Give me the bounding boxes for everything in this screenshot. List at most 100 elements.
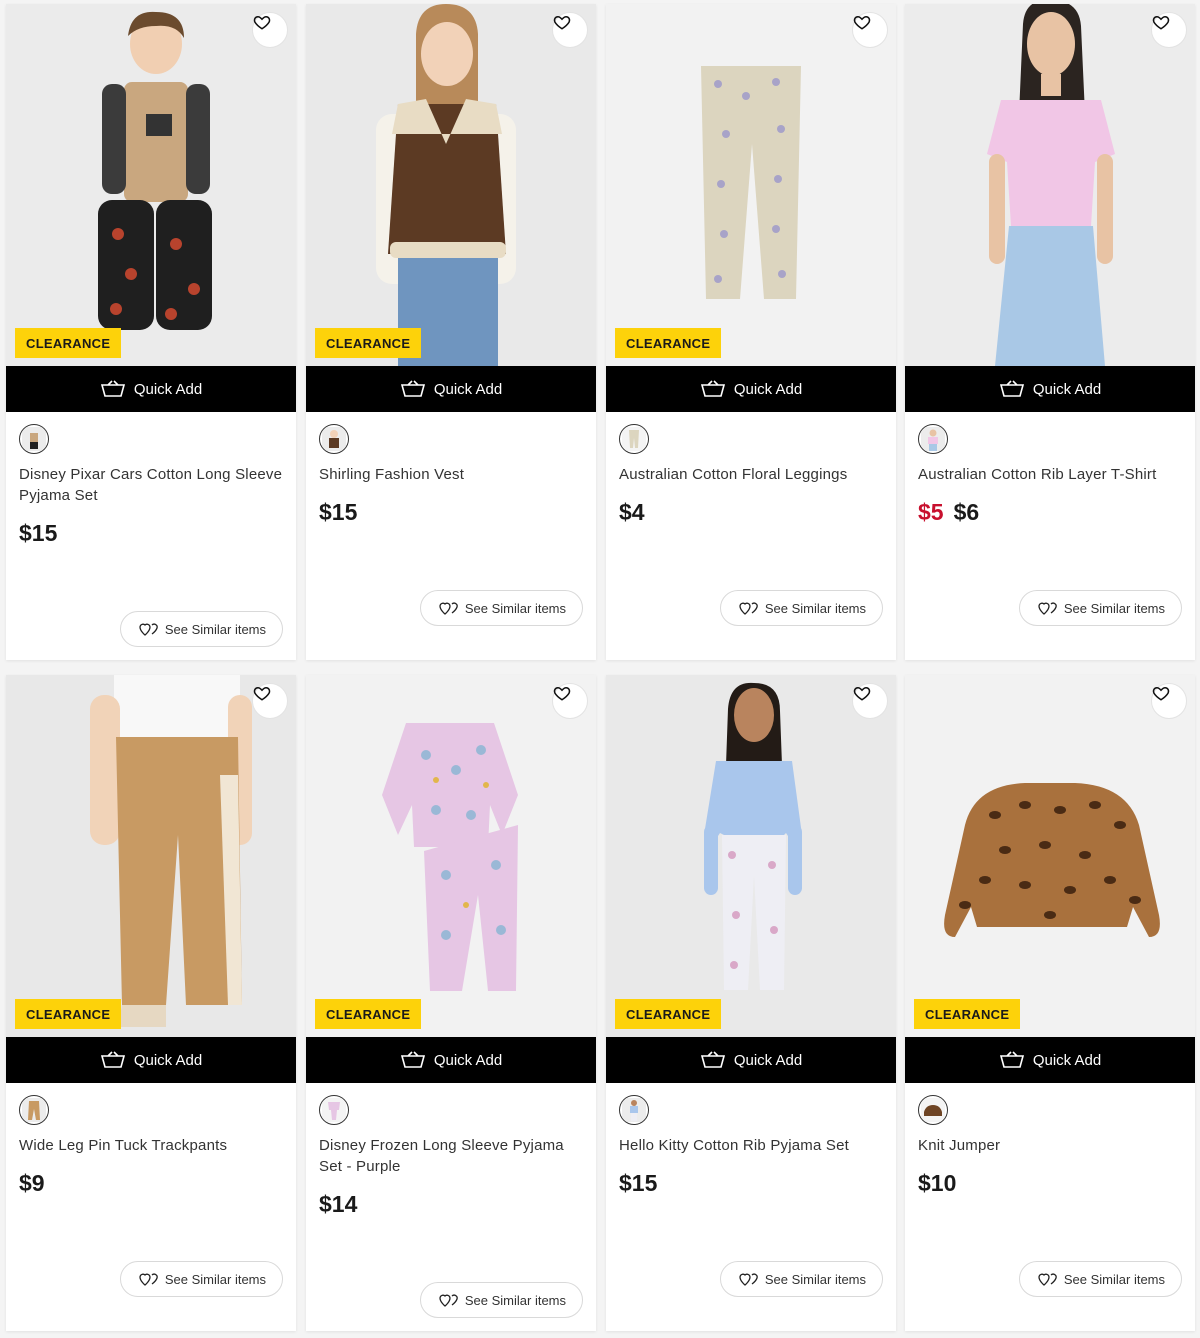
wishlist-button[interactable]	[552, 683, 588, 719]
quick-add-button[interactable]: Quick Add	[905, 366, 1195, 412]
basket-icon	[700, 380, 725, 397]
product-image[interactable]: CLEARANCE	[306, 675, 596, 1037]
product-price: $10	[918, 1170, 956, 1197]
quick-add-label: Quick Add	[1032, 1051, 1102, 1069]
product-name[interactable]: Australian Cotton Rib Layer T-Shirt	[918, 464, 1182, 485]
product-card[interactable]: Quick Add Australian Cotton Rib Layer T-…	[905, 4, 1195, 660]
product-name[interactable]: Disney Pixar Cars Cotton Long Sleeve Pyj…	[19, 464, 283, 506]
hearts-icon	[439, 1294, 458, 1307]
heart-icon	[853, 15, 871, 30]
wishlist-button[interactable]	[252, 683, 288, 719]
clearance-badge: CLEARANCE	[315, 999, 422, 1029]
quick-add-button[interactable]: Quick Add	[6, 366, 296, 412]
product-name[interactable]: Hello Kitty Cotton Rib Pyjama Set	[619, 1135, 883, 1156]
product-name[interactable]: Disney Frozen Long Sleeve Pyjama Set - P…	[319, 1135, 583, 1177]
wishlist-button[interactable]	[1151, 12, 1187, 48]
price-value: $15	[19, 520, 58, 546]
product-image[interactable]: CLEARANCE	[905, 675, 1195, 1037]
quick-add-label: Quick Add	[433, 1051, 503, 1069]
quick-add-button[interactable]: Quick Add	[6, 1037, 296, 1083]
see-similar-button[interactable]: See Similar items	[719, 1261, 883, 1297]
product-card[interactable]: CLEARANCE Quick Add Australian Cotton Fl…	[606, 4, 896, 660]
quick-add-label: Quick Add	[1032, 380, 1102, 398]
product-image[interactable]: CLEARANCE	[606, 4, 896, 366]
see-similar-label: See Similar items	[464, 600, 566, 616]
product-card[interactable]: CLEARANCE Quick Add Hello Kitty Cotton R…	[606, 675, 896, 1331]
quick-add-button[interactable]: Quick Add	[606, 366, 896, 412]
hearts-icon	[739, 1273, 758, 1286]
color-swatch[interactable]	[619, 1095, 649, 1125]
clearance-badge: CLEARANCE	[315, 328, 422, 358]
quick-add-label: Quick Add	[433, 380, 503, 398]
basket-icon	[700, 1051, 725, 1068]
see-similar-label: See Similar items	[164, 1271, 266, 1287]
hearts-icon	[439, 602, 458, 615]
product-card[interactable]: CLEARANCE Quick Add Shirling Fashion Ves…	[306, 4, 596, 660]
product-image[interactable]	[905, 4, 1195, 366]
heart-icon	[853, 686, 871, 701]
see-similar-label: See Similar items	[464, 1292, 566, 1308]
product-price: $4	[619, 499, 645, 526]
basket-icon	[100, 1051, 125, 1068]
product-price: $9	[19, 1170, 45, 1197]
wishlist-button[interactable]	[252, 12, 288, 48]
clearance-badge: CLEARANCE	[15, 328, 122, 358]
product-image[interactable]: CLEARANCE	[306, 4, 596, 366]
color-swatch[interactable]	[619, 424, 649, 454]
price-value: $14	[319, 1191, 358, 1217]
product-name[interactable]: Shirling Fashion Vest	[319, 464, 583, 485]
see-similar-label: See Similar items	[764, 1271, 866, 1287]
color-swatch[interactable]	[918, 424, 948, 454]
wishlist-button[interactable]	[1151, 683, 1187, 719]
price-value: $10	[918, 1170, 957, 1196]
basket-icon	[400, 1051, 425, 1068]
see-similar-button[interactable]: See Similar items	[1018, 1261, 1182, 1297]
price-value: $4	[619, 499, 645, 525]
quick-add-label: Quick Add	[133, 1051, 203, 1069]
heart-icon	[553, 15, 571, 30]
product-name[interactable]: Knit Jumper	[918, 1135, 1182, 1156]
product-price: $14	[319, 1191, 357, 1218]
hearts-icon	[139, 623, 158, 636]
product-name[interactable]: Wide Leg Pin Tuck Trackpants	[19, 1135, 283, 1156]
quick-add-button[interactable]: Quick Add	[905, 1037, 1195, 1083]
see-similar-button[interactable]: See Similar items	[719, 590, 883, 626]
color-swatch[interactable]	[319, 424, 349, 454]
see-similar-button[interactable]: See Similar items	[119, 1261, 283, 1297]
price-value: $6	[953, 499, 980, 525]
wishlist-button[interactable]	[852, 683, 888, 719]
quick-add-label: Quick Add	[733, 380, 803, 398]
heart-icon	[1152, 15, 1170, 30]
wishlist-button[interactable]	[552, 12, 588, 48]
price-value: $15	[319, 499, 358, 525]
quick-add-button[interactable]: Quick Add	[606, 1037, 896, 1083]
price-value: $9	[19, 1170, 45, 1196]
color-swatch[interactable]	[19, 1095, 49, 1125]
product-card[interactable]: CLEARANCE Quick Add Wide Leg Pin Tuck Tr…	[6, 675, 296, 1331]
see-similar-button[interactable]: See Similar items	[119, 611, 283, 647]
color-swatch[interactable]	[918, 1095, 948, 1125]
product-image[interactable]: CLEARANCE	[606, 675, 896, 1037]
clearance-badge: CLEARANCE	[615, 328, 722, 358]
product-name[interactable]: Australian Cotton Floral Leggings	[619, 464, 883, 485]
product-image[interactable]: CLEARANCE	[6, 4, 296, 366]
hearts-icon	[1038, 602, 1057, 615]
color-swatch[interactable]	[319, 1095, 349, 1125]
see-similar-button[interactable]: See Similar items	[419, 590, 583, 626]
product-card[interactable]: CLEARANCE Quick Add Disney Frozen Long S…	[306, 675, 596, 1331]
heart-icon	[253, 686, 271, 701]
wishlist-button[interactable]	[852, 12, 888, 48]
heart-icon	[1152, 686, 1170, 701]
product-image[interactable]: CLEARANCE	[6, 675, 296, 1037]
color-swatch[interactable]	[19, 424, 49, 454]
see-similar-button[interactable]: See Similar items	[419, 1282, 583, 1318]
product-card[interactable]: CLEARANCE Quick Add Knit Jumper $10 See …	[905, 675, 1195, 1331]
quick-add-button[interactable]: Quick Add	[306, 1037, 596, 1083]
heart-icon	[553, 686, 571, 701]
quick-add-button[interactable]: Quick Add	[306, 366, 596, 412]
see-similar-button[interactable]: See Similar items	[1018, 590, 1182, 626]
basket-icon	[999, 380, 1024, 397]
product-card[interactable]: CLEARANCE Quick Add Disney Pixar Cars Co…	[6, 4, 296, 660]
basket-icon	[100, 380, 125, 397]
product-price: $5 $6	[918, 499, 979, 526]
